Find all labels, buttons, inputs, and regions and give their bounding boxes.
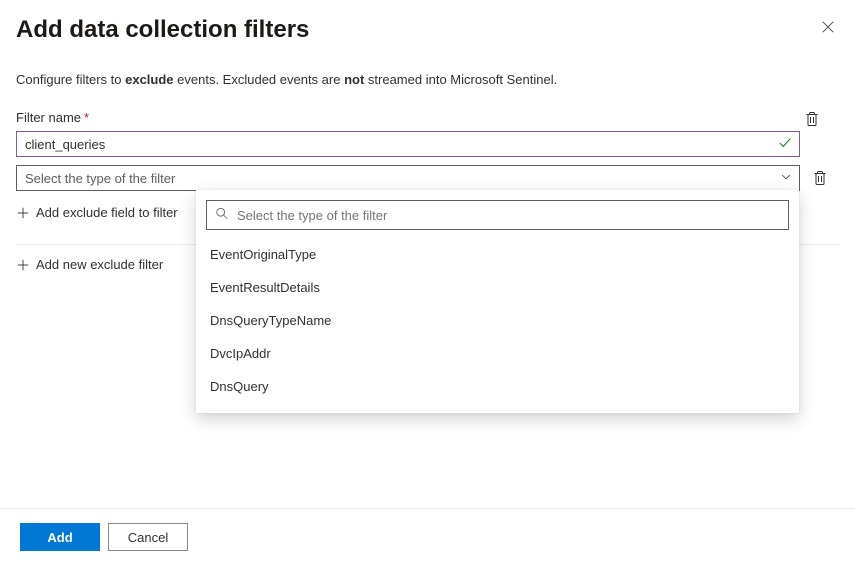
description-text: Configure filters to exclude events. Exc… (16, 72, 839, 87)
trash-icon (812, 170, 828, 186)
filter-name-input[interactable] (16, 131, 800, 157)
dropdown-option[interactable]: EventOriginalType (196, 238, 799, 271)
plus-icon (16, 206, 30, 220)
close-icon (821, 20, 835, 34)
dropdown-option[interactable]: EventResultDetails (196, 271, 799, 304)
close-button[interactable] (817, 16, 839, 41)
delete-type-button[interactable] (808, 166, 832, 190)
dropdown-search-input[interactable] (206, 200, 789, 230)
dropdown-option[interactable]: DvcIpAddr (196, 337, 799, 370)
dropdown-option[interactable]: DnsQueryTypeName (196, 304, 799, 337)
filter-type-dropdown[interactable]: Select the type of the filter (16, 165, 800, 191)
add-new-filter-button[interactable]: Add new exclude filter (16, 251, 163, 278)
add-button[interactable]: Add (20, 523, 100, 551)
trash-icon (804, 111, 820, 127)
cancel-button[interactable]: Cancel (108, 523, 188, 551)
checkmark-icon (778, 136, 792, 153)
filter-type-dropdown-menu: EventOriginalType EventResultDetails Dns… (196, 190, 799, 413)
footer: Add Cancel (0, 508, 855, 565)
delete-filter-button[interactable] (800, 107, 824, 131)
page-title: Add data collection filters (16, 16, 309, 44)
filter-name-label: Filter name* (16, 110, 89, 125)
plus-icon (16, 258, 30, 272)
add-exclude-field-button[interactable]: Add exclude field to filter (16, 199, 178, 226)
search-icon (215, 207, 229, 224)
dropdown-option[interactable]: DnsQuery (196, 370, 799, 403)
